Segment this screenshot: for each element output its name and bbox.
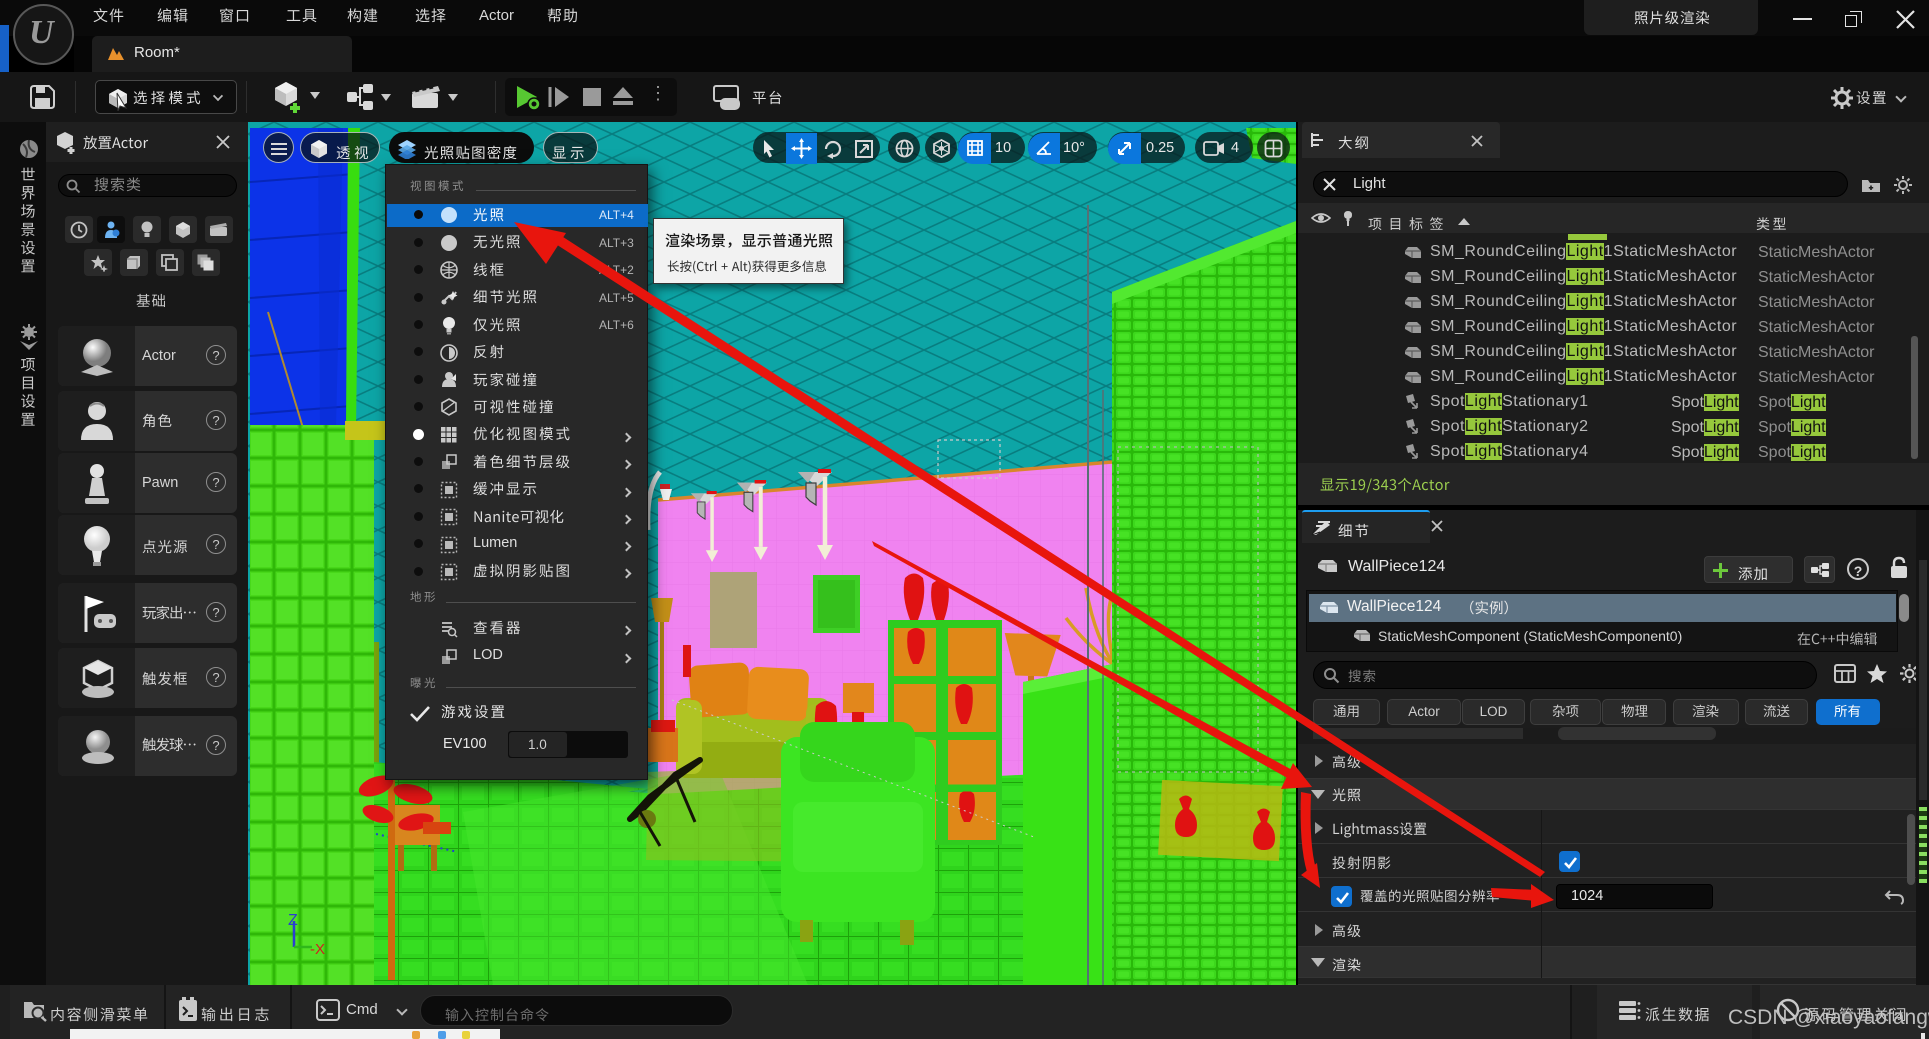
- svg-text:Z: Z: [288, 912, 298, 929]
- svg-text:-X: -X: [310, 941, 325, 958]
